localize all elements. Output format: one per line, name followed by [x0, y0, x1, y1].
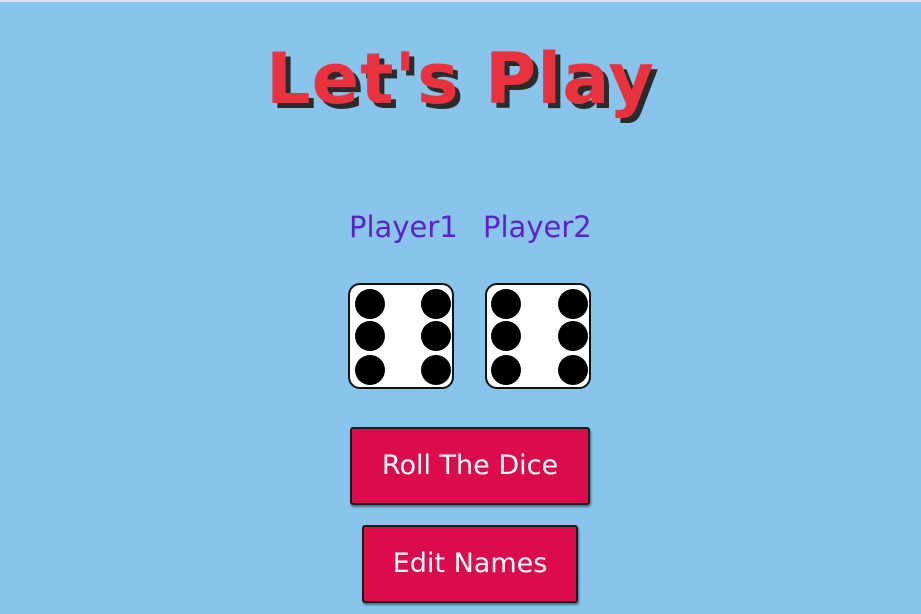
player2-name: Player2 [483, 210, 592, 244]
die-pip [491, 321, 521, 351]
window-top-border [0, 0, 921, 2]
die-pip [491, 355, 521, 385]
player1-die [348, 283, 454, 389]
page-title: Let's Play [265, 38, 656, 120]
player-names: Player1 Player2 [0, 210, 921, 250]
die-pip [558, 355, 588, 385]
player1-name: Player1 [349, 210, 458, 244]
die-pip [421, 289, 451, 319]
edit-names-button[interactable]: Edit Names [362, 525, 578, 603]
die-pip [355, 289, 385, 319]
die-pip [421, 355, 451, 385]
roll-dice-button[interactable]: Roll The Dice [350, 427, 590, 505]
die-pip [558, 289, 588, 319]
die-pip [355, 321, 385, 351]
player2-die [485, 283, 591, 389]
die-pip [355, 355, 385, 385]
die-pip [558, 321, 588, 351]
die-pip [421, 321, 451, 351]
die-pip [491, 289, 521, 319]
